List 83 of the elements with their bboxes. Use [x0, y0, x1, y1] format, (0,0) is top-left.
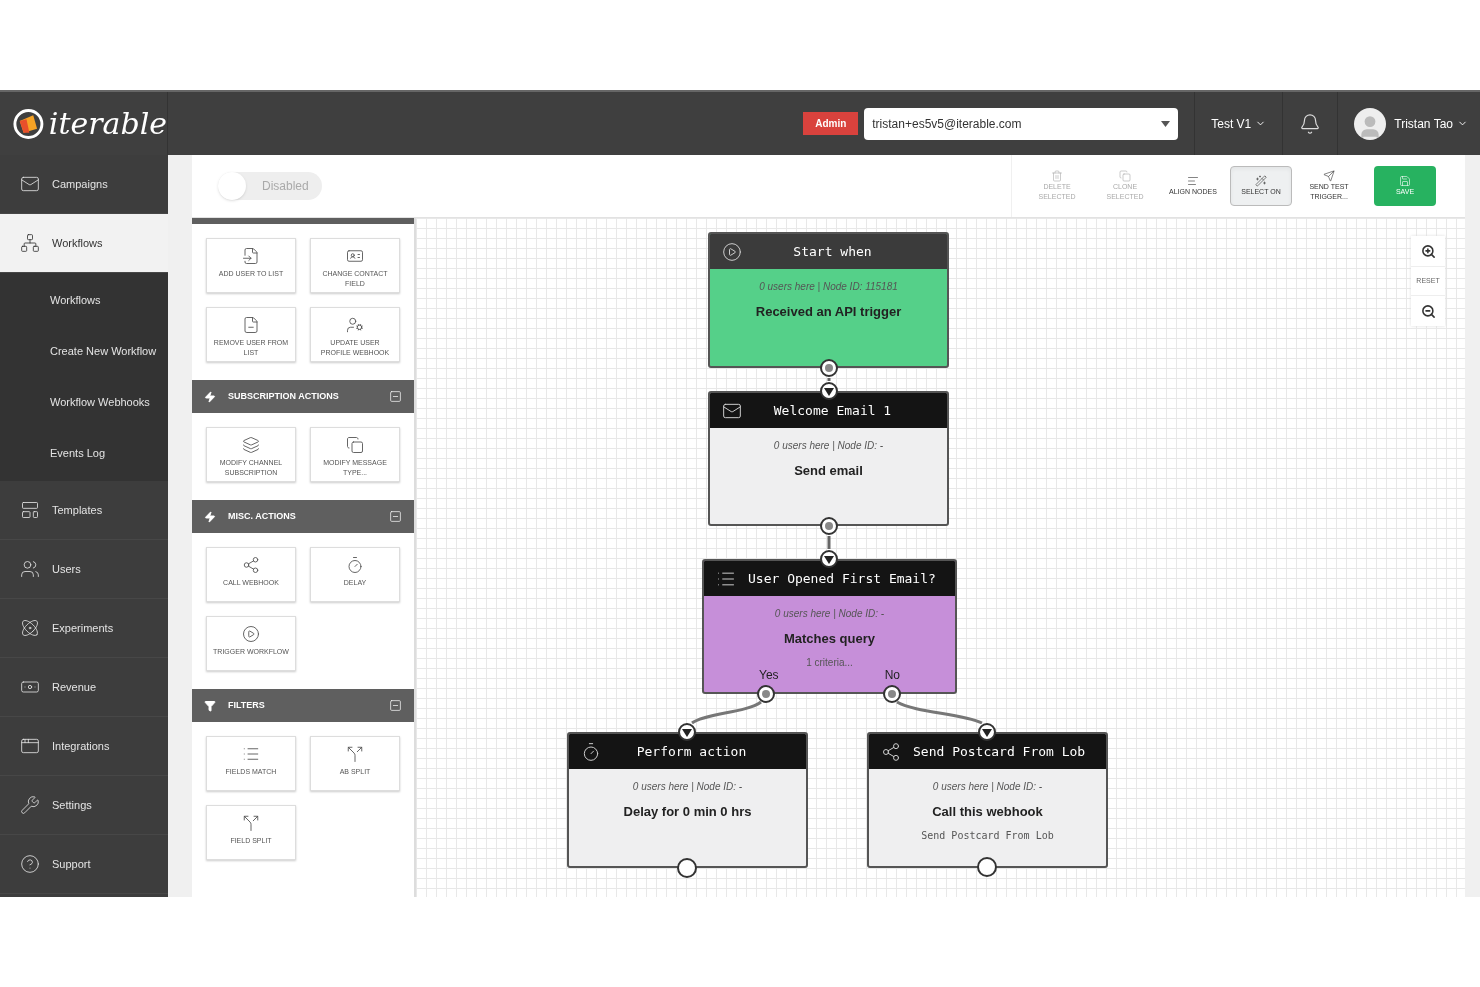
webhook-icon	[242, 556, 260, 574]
template-icon	[20, 500, 40, 520]
file-remove-icon	[242, 316, 260, 334]
trash-icon	[1051, 170, 1063, 182]
help-icon	[20, 854, 40, 874]
branch-label: Yes	[759, 667, 779, 684]
node-stats: 0 users here | Node ID: -	[773, 439, 884, 453]
tools-icon	[20, 795, 40, 815]
sidebar-item[interactable]: Revenue	[0, 658, 168, 717]
sidebar-item[interactable]: Experiments	[0, 599, 168, 658]
node-action: Call this webhook	[932, 803, 1043, 821]
user-cog-icon	[346, 316, 364, 334]
wand-icon	[1255, 175, 1267, 187]
sidebar-item[interactable]: Users	[0, 540, 168, 599]
window-icon	[20, 736, 40, 756]
node-stats: 0 users here | Node ID: -	[774, 607, 885, 621]
hierarchy-icon	[20, 233, 40, 253]
envelope-icon	[20, 174, 40, 194]
sidebar-subitem[interactable]: Workflows	[0, 275, 168, 326]
copy-icon	[1119, 170, 1131, 182]
section-header[interactable]: FILTERS	[192, 689, 414, 722]
sidebar-item[interactable]: Workflows	[0, 214, 168, 273]
timer-icon	[581, 741, 601, 762]
contact-card-icon	[346, 247, 364, 265]
play-icon	[242, 625, 260, 643]
avatar	[1354, 107, 1387, 140]
node-stats: 0 users here | Node ID: 115181	[759, 280, 898, 294]
sidebar-item[interactable]: Settings	[0, 776, 168, 835]
logo-text: iterable	[48, 108, 167, 139]
split-icon	[242, 814, 260, 832]
workflow-node[interactable]: Start when 0 users here | Node ID: 115181 Received an API trigger	[708, 232, 949, 368]
node-stats: 0 users here | Node ID: -	[632, 780, 743, 794]
bolt-icon	[204, 510, 216, 523]
users-icon	[20, 559, 40, 579]
webhook-icon	[881, 741, 901, 762]
node-stats: 0 users here | Node ID: -	[932, 780, 1043, 794]
project-dropdown[interactable]: Test V1	[1211, 114, 1267, 133]
user-menu[interactable]: Tristan Tao	[1394, 114, 1468, 133]
section-header[interactable]: MISC. ACTIONS	[192, 500, 414, 533]
node-action: Send email	[794, 462, 863, 480]
account-select[interactable]: tristan+es5v5@iterable.com	[864, 107, 1179, 140]
role-badge: Admin	[803, 112, 859, 135]
filter-icon	[204, 699, 216, 712]
split-icon	[346, 745, 364, 763]
connector-line	[691, 700, 762, 725]
list-icon	[242, 745, 260, 763]
section-header[interactable]: SUBSCRIPTION ACTIONS	[192, 380, 414, 413]
timer-icon	[346, 556, 364, 574]
bolt-icon	[204, 390, 216, 403]
collapse-icon[interactable]	[389, 510, 402, 523]
play-icon	[722, 241, 742, 262]
node-action: Matches query	[783, 630, 875, 648]
sidebar-subitem[interactable]: Create New Workflow	[0, 326, 168, 377]
copy-icon	[346, 436, 364, 454]
workflow-node[interactable]: User Opened First Email? 0 users here | Node ID: - Matches query 1 criteria... Yes No	[702, 559, 957, 694]
send-icon	[1323, 170, 1335, 182]
zoom-in-icon	[1420, 243, 1436, 259]
workflow-node[interactable]: Welcome Email 1 0 users here | Node ID: - Send email	[708, 391, 949, 526]
file-add-icon	[242, 247, 260, 265]
sidebar-item[interactable]: Support	[0, 835, 168, 894]
caret-icon	[1161, 120, 1171, 127]
node-action: Received an API trigger	[755, 303, 902, 321]
align-icon	[1187, 175, 1199, 187]
sidebar-subitem[interactable]: Events Log	[0, 428, 168, 479]
zoom-out-icon	[1420, 303, 1436, 319]
sidebar-item[interactable]: Integrations	[0, 717, 168, 776]
notification-icon[interactable]	[1299, 112, 1322, 135]
layers-icon	[242, 436, 260, 454]
workflow-node[interactable]: Perform action 0 users here | Node ID: - Delay for 0 min 0 hrs	[567, 732, 808, 868]
branch-label: No	[884, 667, 900, 684]
node-detail: Send Postcard From Lob	[921, 828, 1054, 843]
logo-icon	[12, 106, 45, 141]
atom-icon	[20, 618, 40, 638]
node-detail: 1 criteria...	[806, 655, 853, 670]
sidebar-subitem[interactable]: Workflow Webhooks	[0, 377, 168, 428]
save-icon	[1399, 175, 1411, 187]
connector-line	[827, 378, 831, 381]
node-action: Delay for 0 min 0 hrs	[623, 803, 752, 821]
sidebar-item[interactable]: Templates	[0, 481, 168, 540]
connector-line	[827, 536, 831, 549]
collapse-icon[interactable]	[389, 699, 402, 712]
workflow-node[interactable]: Send Postcard From Lob 0 users here | Node ID: - Call this webhook Send Postcard From Lob	[867, 732, 1108, 868]
collapse-icon[interactable]	[389, 390, 402, 403]
